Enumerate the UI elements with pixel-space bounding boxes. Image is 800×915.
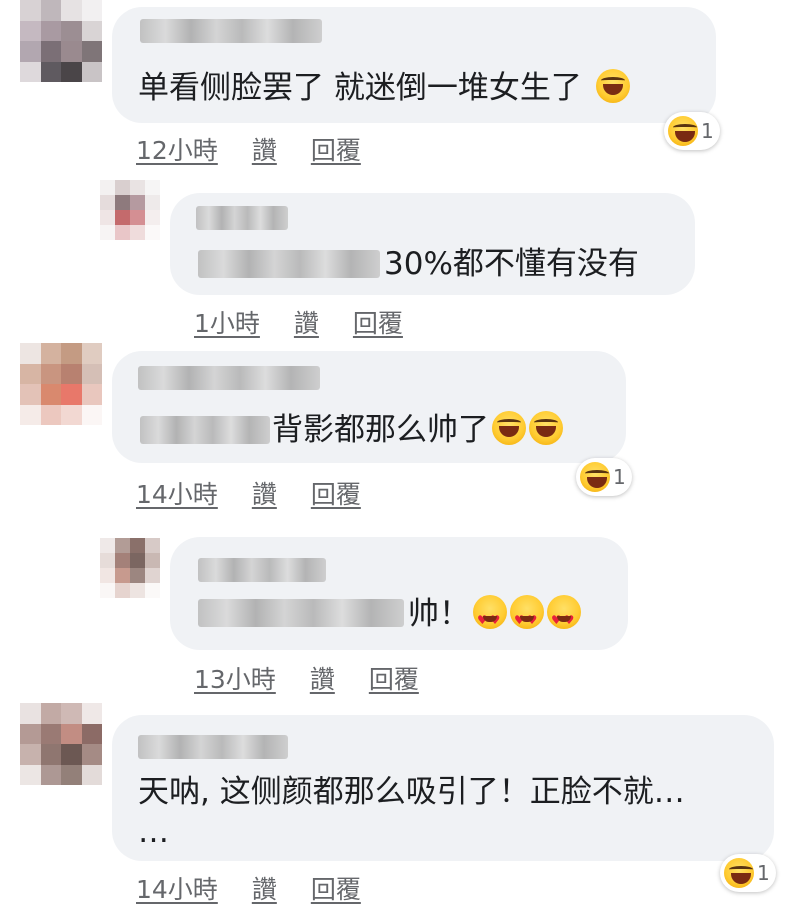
laughing-emoji-icon (529, 411, 563, 445)
timestamp-link[interactable]: 1小時 (194, 304, 260, 340)
like-button[interactable]: 讚 (252, 131, 277, 167)
comment-actions: 14小時讚回覆 (136, 870, 395, 906)
reaction-badge[interactable]: 1 (720, 854, 776, 892)
laughing-reaction-icon (668, 116, 698, 146)
reaction-count: 1 (613, 465, 626, 489)
comment-actions: 1小時讚回覆 (194, 304, 437, 340)
like-button[interactable]: 讚 (294, 304, 319, 340)
comment-text-continued: … (138, 814, 169, 850)
avatar[interactable] (20, 0, 102, 82)
comment-actions: 14小時讚回覆 (136, 475, 395, 511)
timestamp-link[interactable]: 13小時 (194, 660, 276, 696)
reply-bubble: 30%都不懂有没有 (170, 193, 695, 295)
laughing-emoji-icon (595, 69, 630, 103)
author-name-redacted[interactable] (196, 206, 288, 230)
redacted-text (198, 250, 380, 278)
comment-bubble: 单看侧脸罢了 就迷倒一堆女生了 (112, 7, 716, 123)
timestamp-link[interactable]: 12小時 (136, 131, 218, 167)
reply-button[interactable]: 回覆 (311, 131, 361, 167)
reaction-count: 1 (701, 119, 714, 143)
comment-bubble: 背影都那么帅了 (112, 351, 626, 463)
author-name-redacted[interactable] (198, 558, 326, 582)
comment-text: 天呐, 这侧颜都那么吸引了！正脸不就… (138, 774, 685, 810)
heart-eyes-emoji-icon (473, 595, 507, 639)
comment-text: 帅！ (408, 595, 581, 639)
comment-text: 单看侧脸罢了 就迷倒一堆女生了 (138, 69, 630, 107)
like-button[interactable]: 讚 (310, 660, 335, 696)
timestamp-link[interactable]: 14小時 (136, 475, 218, 511)
author-name-redacted[interactable] (138, 366, 320, 390)
reply-button[interactable]: 回覆 (369, 660, 419, 696)
author-name-redacted[interactable] (140, 19, 322, 43)
reaction-badge[interactable]: 1 (576, 458, 632, 496)
laughing-reaction-icon (580, 462, 610, 492)
timestamp-link[interactable]: 14小時 (136, 870, 218, 906)
heart-eyes-emoji-icon (510, 595, 544, 639)
avatar[interactable] (20, 343, 102, 425)
heart-eyes-emoji-icon (547, 595, 581, 639)
laughing-emoji-icon (492, 411, 526, 445)
redacted-text (198, 599, 404, 627)
comment-actions: 13小時讚回覆 (194, 660, 453, 696)
comment-bubble: 天呐, 这侧颜都那么吸引了！正脸不就… … (112, 715, 774, 861)
avatar[interactable] (100, 538, 160, 598)
redacted-text (140, 416, 270, 444)
like-button[interactable]: 讚 (252, 475, 277, 511)
reply-button[interactable]: 回覆 (311, 475, 361, 511)
reply-button[interactable]: 回覆 (311, 870, 361, 906)
comment-text: 30%都不懂有没有 (384, 246, 639, 282)
reaction-badge[interactable]: 1 (664, 112, 720, 150)
avatar[interactable] (20, 703, 102, 785)
avatar[interactable] (100, 180, 160, 240)
reply-button[interactable]: 回覆 (353, 304, 403, 340)
reaction-count: 1 (757, 861, 770, 885)
comment-text: 背影都那么帅了 (272, 411, 563, 449)
laughing-reaction-icon (724, 858, 754, 888)
comment-actions: 12小時讚回覆 (136, 131, 395, 167)
like-button[interactable]: 讚 (252, 870, 277, 906)
author-name-redacted[interactable] (138, 735, 288, 759)
reply-bubble: 帅！ (170, 537, 628, 650)
